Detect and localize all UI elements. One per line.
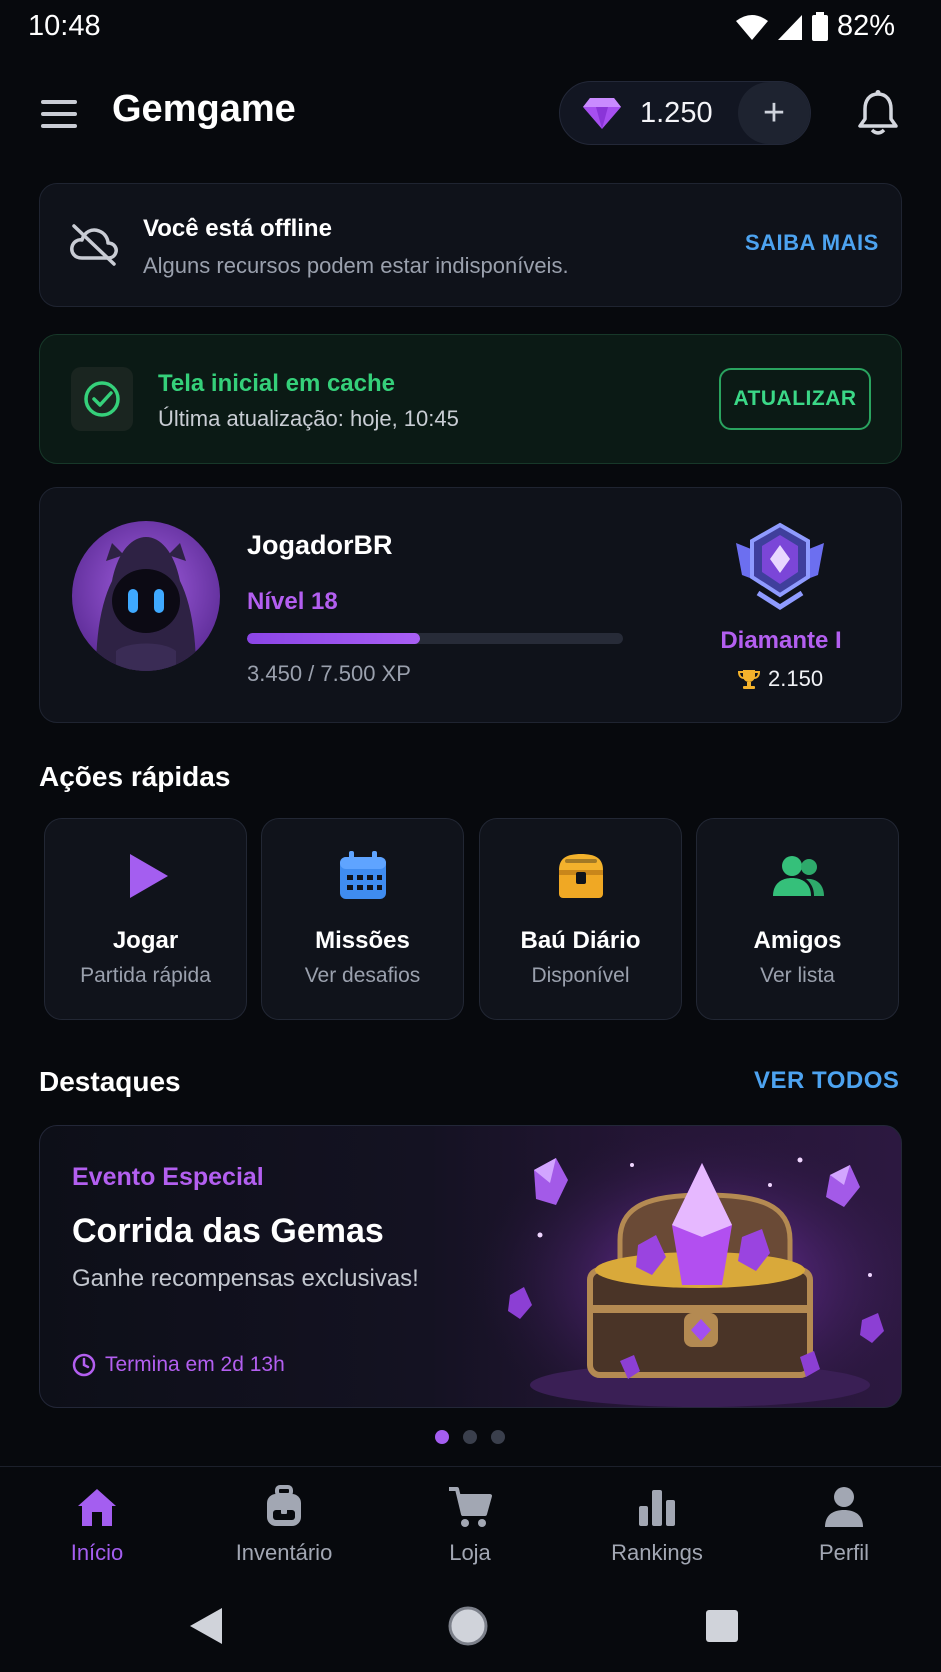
event-subtitle: Ganhe recompensas exclusivas! (72, 1265, 419, 1292)
nav-label: Loja (449, 1540, 491, 1565)
quick-actions-title: Ações rápidas (39, 761, 231, 792)
avatar[interactable] (72, 521, 220, 671)
xp-progress-fill (247, 633, 420, 644)
battery-icon (811, 11, 828, 41)
highlights-title: Destaques (39, 1066, 181, 1097)
quick-action-sub: Partida rápida (80, 964, 211, 987)
carousel-dot[interactable] (463, 1430, 477, 1444)
offline-title: Você está offline (143, 215, 332, 242)
bar-chart-icon (639, 1490, 675, 1526)
nav-label: Inventário (235, 1540, 333, 1565)
nav-inventory[interactable]: Inventário (204, 1484, 364, 1566)
status-time: 10:48 (28, 10, 101, 42)
cache-subtitle: Última atualização: hoje, 10:45 (158, 406, 459, 431)
refresh-button[interactable]: ATUALIZAR (719, 368, 871, 430)
nav-shop[interactable]: Loja (390, 1484, 550, 1566)
gem-count: 1.250 (640, 96, 713, 129)
treasure-chest-illustration (470, 1125, 902, 1408)
carousel-dot[interactable] (491, 1430, 505, 1444)
cache-title: Tela inicial em cache (158, 370, 396, 397)
quick-action-sub: Ver lista (760, 964, 835, 987)
back-icon (190, 1608, 222, 1644)
battery-percent: 82% (836, 10, 895, 42)
cloud-off-icon (70, 224, 118, 266)
carousel-dot[interactable] (435, 1430, 449, 1444)
see-all-link[interactable]: VER TODOS (754, 1067, 899, 1095)
trophy-icon (738, 670, 760, 689)
xp-progress-bar (247, 633, 623, 644)
quick-action-label: Missões (315, 927, 410, 954)
home-circle-icon (448, 1606, 488, 1646)
quick-action-label: Baú Diário (520, 927, 641, 954)
offline-subtitle: Alguns recursos podem estar indisponívei… (143, 253, 569, 278)
event-tag: Evento Especial (72, 1163, 264, 1191)
quick-action-sub: Ver desafios (304, 964, 421, 987)
cart-icon (449, 1487, 492, 1527)
nav-rankings[interactable]: Rankings (577, 1484, 737, 1566)
signal-icon (777, 14, 802, 40)
back-button[interactable] (190, 1608, 222, 1644)
wifi-icon (735, 14, 768, 40)
add-gems-button[interactable]: + (738, 82, 810, 144)
event-title: Corrida das Gemas (72, 1212, 384, 1250)
play-icon (130, 854, 168, 898)
gem-icon (583, 98, 621, 129)
xp-text: 3.450 / 7.500 XP (247, 661, 411, 686)
rank-emblem-icon[interactable] (728, 521, 832, 613)
nav-label: Rankings (611, 1540, 703, 1565)
nav-profile[interactable]: Perfil (764, 1484, 924, 1566)
home-icon (78, 1489, 116, 1526)
hamburger-icon (41, 100, 77, 128)
clock-icon (72, 1353, 96, 1377)
quick-action-label: Jogar (112, 927, 179, 954)
check-circle-icon (84, 381, 120, 417)
nav-label: Perfil (818, 1540, 870, 1565)
nav-label: Início (70, 1540, 124, 1565)
trophy-value: 2.150 (768, 666, 824, 691)
event-timer-text: Termina em 2d 13h (105, 1353, 285, 1376)
player-level: Nível 18 (247, 588, 338, 615)
learn-more-link[interactable]: SAIBA MAIS (745, 230, 879, 256)
chest-icon (559, 854, 603, 898)
nav-home[interactable]: Início (17, 1484, 177, 1566)
hooded-avatar-icon (72, 521, 220, 671)
system-navigation-bar (190, 1606, 738, 1646)
friends-icon (773, 856, 824, 896)
backpack-icon (267, 1485, 301, 1526)
status-icons: 82% (735, 10, 895, 43)
app-title: Gemgame (112, 88, 296, 130)
quick-action-label: Amigos (753, 927, 842, 954)
check-badge (71, 367, 133, 431)
home-system-button[interactable] (448, 1606, 488, 1646)
quick-action-sub: Disponível (531, 964, 630, 987)
rank-name: Diamante I (720, 627, 842, 654)
gem-balance[interactable]: 1.250 + (559, 81, 811, 145)
carousel-indicator[interactable] (435, 1430, 505, 1444)
notifications-button[interactable] (857, 89, 899, 137)
menu-button[interactable] (38, 96, 82, 132)
event-timer: Termina em 2d 13h (72, 1353, 285, 1377)
player-name: JogadorBR (247, 530, 393, 560)
trophy-count: 2.150 (738, 666, 823, 692)
calendar-icon (340, 851, 386, 899)
recents-button[interactable] (706, 1610, 738, 1642)
bell-icon (858, 90, 898, 135)
person-icon (825, 1487, 863, 1527)
recents-square-icon (706, 1610, 738, 1642)
